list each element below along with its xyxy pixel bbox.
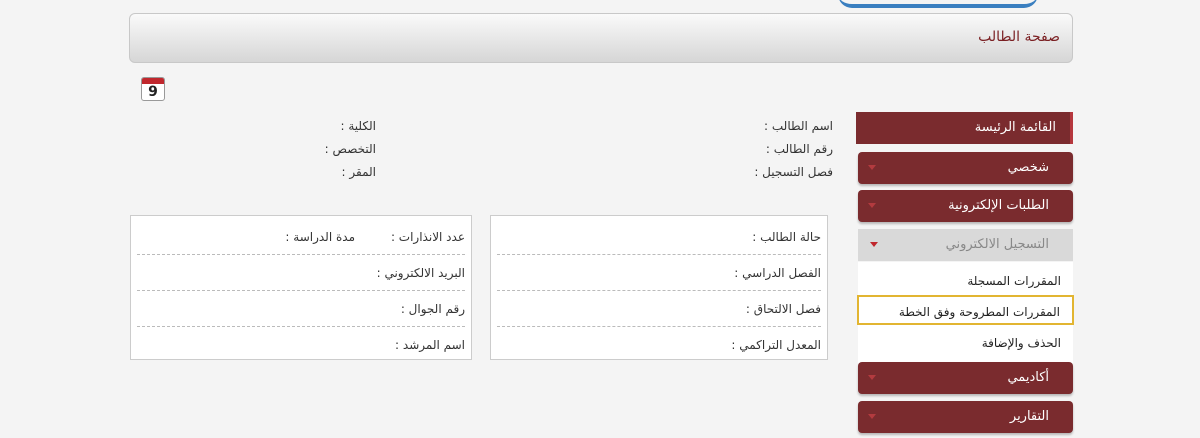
student-status-panel: حالة الطالب : الفصل الدراسي : فصل الالتح… <box>490 215 828 360</box>
chevron-down-icon <box>868 203 876 208</box>
sidebar-item-label: التقارير <box>1009 409 1049 424</box>
gpa-label: المعدل التراكمي : <box>731 338 821 352</box>
enrollment-term-label: فصل الالتحاق : <box>745 302 821 316</box>
chevron-down-icon <box>868 375 876 380</box>
registration-term-label: فصل التسجيل : <box>754 165 833 179</box>
chevron-down-icon <box>868 165 876 170</box>
submenu-item-offered-courses[interactable]: المقررات المطروحة وفق الخطة <box>857 295 1074 325</box>
top-decoration <box>838 0 1038 8</box>
sidebar-item-e-registration[interactable]: التسجيل الالكتروني <box>858 229 1073 261</box>
student-name-label: اسم الطالب : <box>764 119 833 133</box>
main-menu-header-label: القائمة الرئيسة <box>974 120 1056 135</box>
submenu-item-drop-add[interactable]: الحذف والإضافة <box>858 328 1073 358</box>
advisor-label: اسم المرشد : <box>395 338 465 352</box>
email-row: البريد الالكتروني : <box>137 254 465 291</box>
advisor-row: اسم المرشد : <box>137 326 465 362</box>
submenu-item-label: المقررات المطروحة وفق الخطة <box>898 305 1060 319</box>
enrollment-term-row: فصل الالتحاق : <box>497 290 821 327</box>
sidebar-item-label: أكاديمي <box>1007 370 1049 385</box>
calendar-day: 9 <box>148 84 158 100</box>
study-duration-label: مدة الدراسة : <box>285 230 355 244</box>
sidebar-item-label: شخصي <box>1007 160 1049 175</box>
college-label: الكلية : <box>340 119 376 133</box>
sidebar-item-academic[interactable]: أكاديمي <box>858 362 1073 394</box>
major-label: التخصص : <box>324 142 376 156</box>
sidebar-item-personal[interactable]: شخصي <box>858 152 1073 184</box>
page-title: صفحة الطالب <box>978 29 1060 45</box>
mobile-row: رقم الجوال : <box>137 290 465 327</box>
status-row: حالة الطالب : <box>497 218 821 255</box>
campus-label: المقر : <box>341 165 376 179</box>
page-title-bar: صفحة الطالب <box>129 13 1073 63</box>
sidebar-item-label: التسجيل الالكتروني <box>945 237 1049 252</box>
submenu-item-registered-courses[interactable]: المقررات المسجلة <box>858 266 1073 296</box>
mobile-label: رقم الجوال : <box>400 302 465 316</box>
student-status-label: حالة الطالب : <box>752 230 821 244</box>
submenu-item-label: الحذف والإضافة <box>981 336 1061 350</box>
semester-label: الفصل الدراسي : <box>734 266 821 280</box>
calendar-icon[interactable]: 9 <box>141 77 165 101</box>
warnings-label: عدد الانذارات : <box>390 230 465 244</box>
warnings-row: عدد الانذارات : مدة الدراسة : <box>137 218 465 255</box>
gpa-row: المعدل التراكمي : <box>497 326 821 362</box>
chevron-down-icon <box>870 242 878 247</box>
sidebar-item-reports[interactable]: التقارير <box>858 401 1073 433</box>
chevron-down-icon <box>868 414 876 419</box>
submenu-item-label: المقررات المسجلة <box>967 274 1061 288</box>
email-label: البريد الالكتروني : <box>376 266 465 280</box>
main-menu-header: القائمة الرئيسة <box>856 112 1073 144</box>
student-contact-panel: عدد الانذارات : مدة الدراسة : البريد الا… <box>130 215 472 360</box>
sidebar-item-label: الطلبات الإلكترونية <box>948 198 1049 213</box>
e-registration-submenu: المقررات المسجلة المقررات المطروحة وفق ا… <box>857 262 1074 366</box>
student-number-label: رقم الطالب : <box>765 142 833 156</box>
sidebar-item-e-requests[interactable]: الطلبات الإلكترونية <box>858 190 1073 222</box>
semester-row: الفصل الدراسي : <box>497 254 821 291</box>
